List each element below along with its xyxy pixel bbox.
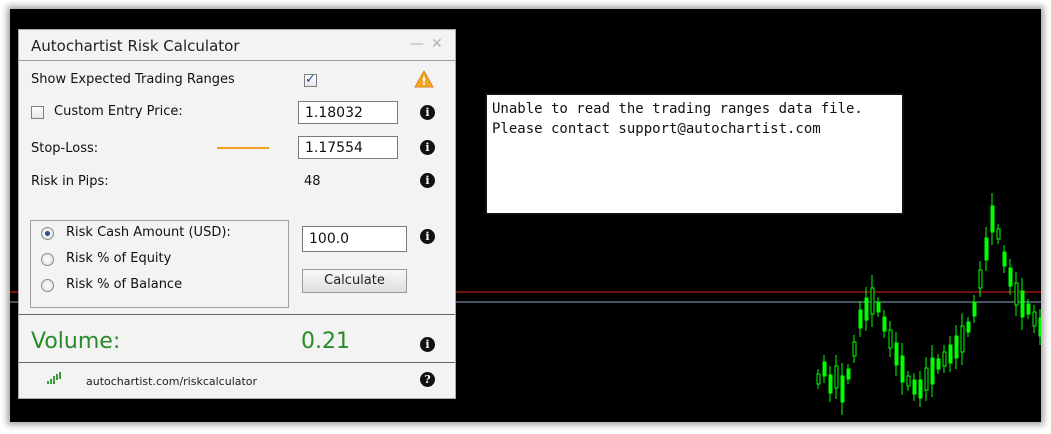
candle-body	[1020, 290, 1025, 318]
candle-body	[846, 368, 851, 380]
risk-cash-label: Risk Cash Amount (USD):	[66, 225, 231, 240]
info-icon[interactable]: i	[420, 337, 435, 352]
candle-body	[918, 379, 923, 399]
risk-calculator-panel: Autochartist Risk Calculator — ✕ Show Ex…	[18, 29, 456, 399]
candle-body	[948, 344, 953, 364]
risk-cash-radio[interactable]	[41, 227, 54, 240]
candle-body	[954, 335, 959, 359]
candle-body	[840, 375, 845, 403]
risk-equity-label: Risk % of Equity	[66, 251, 172, 266]
candle-body	[972, 301, 977, 317]
candle-body	[1008, 267, 1013, 287]
candle-body	[834, 365, 839, 389]
error-message-line-2: Please contact support@autochartist.com	[492, 121, 821, 137]
help-icon[interactable]: ?	[420, 372, 435, 387]
candle-body	[882, 316, 887, 332]
candle-body	[816, 373, 821, 385]
candle-body	[900, 355, 905, 383]
close-button[interactable]: ✕	[431, 36, 443, 52]
candle-body	[930, 357, 935, 385]
stop-loss-input[interactable]	[298, 136, 398, 159]
error-message-line-1: Unable to read the trading ranges data f…	[492, 101, 863, 117]
info-icon[interactable]: i	[420, 229, 435, 244]
entry-price-input[interactable]	[298, 101, 398, 124]
candle-body	[858, 309, 863, 329]
candle-body	[990, 205, 995, 233]
risk-pips-value: 48	[304, 174, 321, 189]
risk-balance-label: Risk % of Balance	[66, 277, 183, 292]
candle-body	[936, 358, 941, 370]
autochartist-logo-icon	[47, 372, 61, 384]
candle-body	[822, 361, 827, 377]
show-ranges-checkbox[interactable]	[304, 72, 317, 87]
chart-window: Autochartist Risk Calculator — ✕ Show Ex…	[10, 9, 1041, 422]
stop-loss-line-swatch	[217, 147, 269, 149]
candle-body	[966, 321, 971, 333]
panel-title: Autochartist Risk Calculator	[31, 37, 240, 55]
volume-divider-top	[19, 314, 455, 315]
riskcalculator-link[interactable]: autochartist.com/riskcalculator	[86, 375, 257, 388]
candle-body	[906, 375, 911, 387]
risk-equity-radio[interactable]	[41, 253, 54, 266]
candle-body	[888, 329, 893, 349]
candle-body	[996, 228, 1001, 240]
warning-icon[interactable]: !	[414, 70, 434, 88]
candle-body	[1014, 282, 1019, 306]
candle-body	[984, 237, 989, 261]
info-icon[interactable]: i	[420, 140, 435, 155]
custom-entry-checkbox[interactable]	[31, 106, 44, 119]
volume-divider-bottom	[19, 362, 455, 363]
candle-body	[828, 374, 833, 394]
panel-titlebar[interactable]: Autochartist Risk Calculator — ✕	[19, 30, 455, 61]
candle-body	[960, 325, 965, 353]
risk-amount-input[interactable]	[302, 226, 407, 252]
candle-body	[978, 269, 983, 289]
calculate-button[interactable]: Calculate	[302, 269, 407, 293]
candle-body	[912, 379, 917, 395]
candle-body	[1032, 311, 1037, 327]
candle-body	[924, 367, 929, 391]
volume-label: Volume:	[31, 329, 121, 354]
info-icon[interactable]: i	[420, 105, 435, 120]
candle-body	[1026, 303, 1031, 315]
candle-body	[894, 342, 899, 366]
svg-text:!: !	[421, 75, 426, 88]
candle-body	[1038, 317, 1041, 337]
candle-body	[852, 341, 857, 357]
show-ranges-label: Show Expected Trading Ranges	[31, 72, 235, 87]
stop-loss-label: Stop-Loss:	[31, 141, 99, 156]
candle-body	[864, 297, 869, 321]
candle-body	[1002, 251, 1007, 267]
minimize-button[interactable]: —	[410, 36, 424, 52]
risk-balance-radio[interactable]	[41, 279, 54, 292]
volume-value: 0.21	[301, 329, 350, 354]
error-message-box: Unable to read the trading ranges data f…	[485, 93, 904, 215]
custom-entry-label: Custom Entry Price:	[54, 104, 183, 119]
candle-body	[870, 287, 875, 315]
info-icon[interactable]: i	[420, 173, 435, 188]
candlestick-series	[816, 193, 1041, 415]
candle-body	[876, 301, 881, 313]
risk-pips-label: Risk in Pips:	[31, 174, 109, 189]
candle-body	[942, 351, 947, 367]
